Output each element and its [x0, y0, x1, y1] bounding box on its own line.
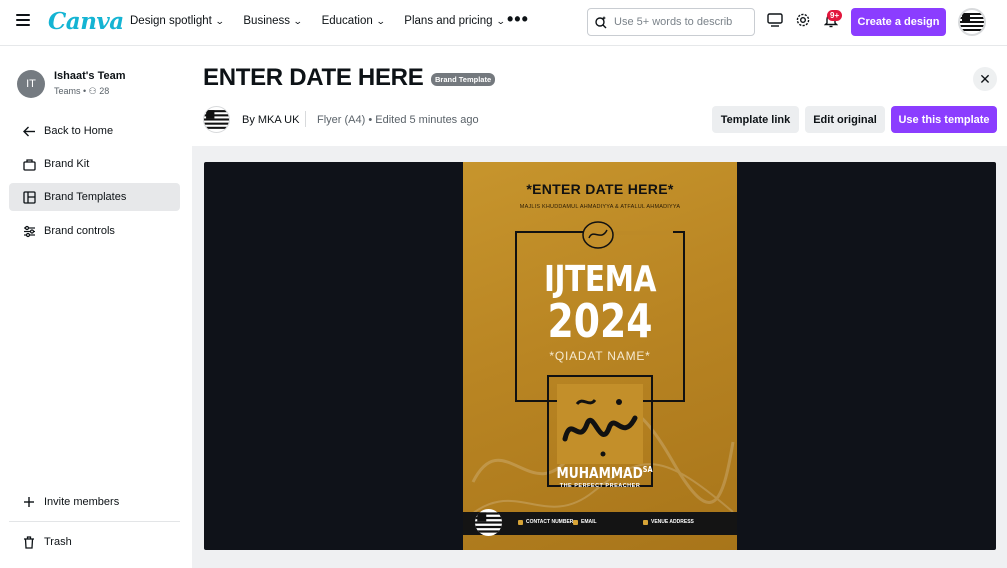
members-icon: ⚇ — [88, 86, 97, 96]
brand-template-badge: Brand Template — [431, 73, 496, 86]
chevron-down-icon: ⌄ — [375, 15, 386, 26]
nav-design-spotlight[interactable]: Design spotlight ⌄ — [130, 15, 225, 27]
sidebar-divider — [9, 521, 180, 522]
templates-icon — [22, 190, 36, 204]
location-icon — [643, 519, 648, 525]
create-design-button[interactable]: Create a design — [851, 8, 946, 36]
magic-search-icon — [595, 16, 607, 29]
chevron-down-icon: ⌄ — [214, 15, 225, 26]
notification-badge: 9+ — [827, 10, 843, 21]
author-avatar — [203, 106, 230, 133]
close-icon[interactable]: ✕ — [973, 67, 997, 91]
sidebar-item-back-home[interactable]: Back to Home — [9, 117, 180, 145]
sidebar-item-label: Back to Home — [44, 125, 114, 137]
use-template-button[interactable]: Use this template — [891, 106, 997, 133]
arabic-calligraphy-icon — [562, 398, 638, 457]
more-icon[interactable]: ••• — [507, 9, 529, 30]
flyer-footer: CONTACT NUMBER EMAIL VENUE ADDRESS — [463, 512, 737, 535]
sidebar-item-brand-controls[interactable]: Brand controls — [9, 217, 180, 245]
page-title: ENTER DATE HERE — [203, 64, 424, 91]
author-name: By MKA UK — [242, 114, 300, 126]
sidebar: IT Ishaat's Team Teams • ⚇ 28 Back to Ho… — [0, 47, 192, 568]
invite-members-label: Invite members — [44, 496, 120, 508]
arrow-left-icon — [22, 124, 36, 138]
team-name: Ishaat's Team — [54, 70, 126, 82]
sliders-icon — [22, 224, 36, 238]
contact-number: CONTACT NUMBER — [518, 519, 573, 525]
chevron-down-icon: ⌄ — [292, 15, 303, 26]
sidebar-item-brand-kit[interactable]: Brand Kit — [9, 150, 180, 178]
phone-icon — [518, 519, 523, 525]
search-box[interactable] — [587, 8, 755, 36]
emblem-icon — [582, 221, 614, 249]
flyer-logo — [475, 509, 502, 536]
canva-logo[interactable]: Canva — [48, 8, 124, 35]
search-input[interactable] — [614, 16, 754, 28]
user-avatar[interactable] — [958, 8, 986, 36]
flyer-tagline: THE PERFECT PREACHER — [559, 483, 641, 489]
nav-links: Design spotlight ⌄ Business ⌄ Education ⌄ P… — [130, 15, 524, 27]
flyer-year: 2024 — [547, 294, 653, 348]
team-meta: Teams • ⚇ 28 — [54, 86, 110, 96]
team-switcher[interactable]: IT Ishaat's Team Teams • ⚇ 28 — [17, 70, 126, 98]
sidebar-item-label: Brand controls — [44, 225, 115, 237]
sidebar-item-label: Brand Kit — [44, 158, 90, 170]
email: EMAIL — [573, 519, 597, 525]
brand-kit-icon — [22, 157, 36, 171]
trash-label: Trash — [44, 536, 72, 548]
nav-education[interactable]: Education ⌄ — [322, 15, 386, 27]
flyer-qiadat: *QIADAT NAME* — [549, 349, 651, 363]
flyer-organization: MAJLIS KHUDDAMUL AHMADIYYA & ATFALUL AHM… — [519, 204, 681, 210]
flyer-date: *ENTER DATE HERE* — [526, 181, 674, 197]
team-avatar: IT — [17, 70, 45, 98]
monitor-icon[interactable] — [766, 11, 784, 29]
meta-divider — [305, 111, 306, 127]
venue-address: VENUE ADDRESS — [643, 519, 694, 525]
nav-business[interactable]: Business ⌄ — [243, 15, 303, 27]
top-nav: Canva Design spotlight ⌄ Business ⌄ Educat… — [0, 0, 1007, 46]
flyer-preview[interactable]: *ENTER DATE HERE* MAJLIS KHUDDAMUL AHMAD… — [463, 162, 737, 550]
flyer-name: MUHAMMADSA — [556, 464, 653, 482]
trash-button[interactable]: Trash — [9, 528, 180, 556]
invite-members-button[interactable]: Invite members — [9, 488, 180, 516]
sidebar-item-brand-templates[interactable]: Brand Templates — [9, 183, 180, 211]
settings-gear-icon[interactable] — [794, 11, 812, 29]
sidebar-item-label: Brand Templates — [44, 191, 127, 203]
edit-original-button[interactable]: Edit original — [805, 106, 885, 133]
plus-icon — [22, 495, 36, 509]
trash-icon — [22, 535, 36, 549]
design-meta: Flyer (A4) • Edited 5 minutes ago — [317, 114, 479, 126]
menu-icon[interactable] — [16, 14, 30, 28]
email-icon — [573, 519, 578, 525]
template-link-button[interactable]: Template link — [712, 106, 799, 133]
nav-plans-pricing[interactable]: Plans and pricing ⌄ — [404, 15, 506, 27]
chevron-down-icon: ⌄ — [495, 15, 506, 26]
